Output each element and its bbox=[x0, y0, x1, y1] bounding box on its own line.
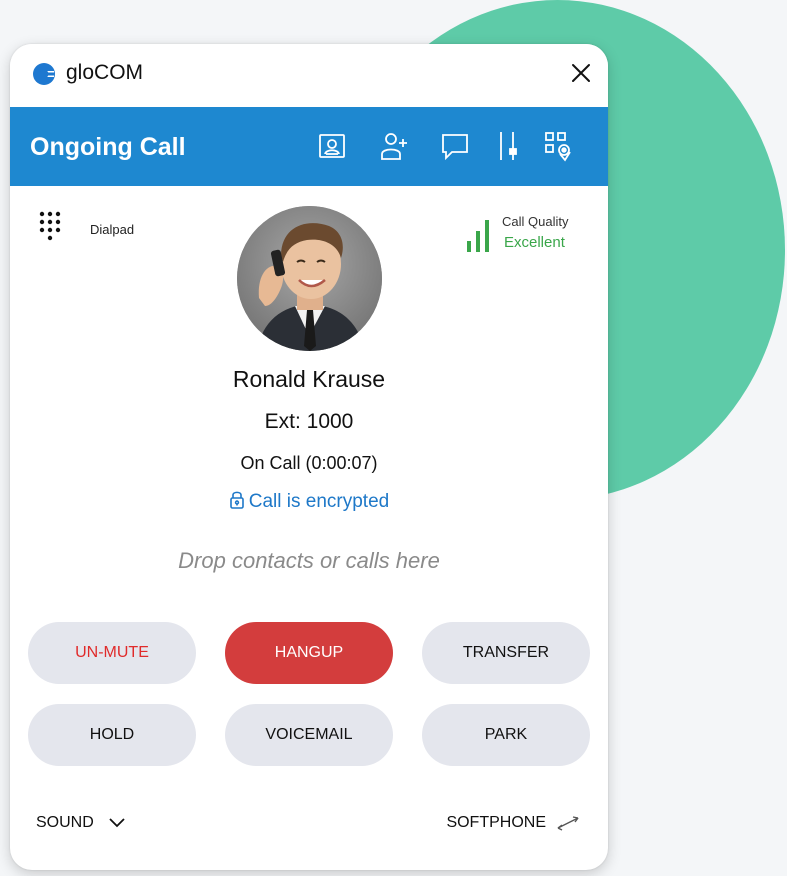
contact-card-button[interactable] bbox=[315, 129, 349, 163]
chat-icon bbox=[442, 134, 468, 161]
call-window: gloCOM Ongoing Call Dialpad Call Quality… bbox=[10, 44, 608, 870]
park-button[interactable]: PARK bbox=[422, 704, 590, 766]
caller-photo bbox=[237, 206, 382, 351]
hold-button[interactable]: HOLD bbox=[28, 704, 196, 766]
lock-icon bbox=[229, 491, 244, 509]
call-control-icon bbox=[500, 132, 517, 160]
encryption-label: Call is encrypted bbox=[248, 491, 390, 512]
close-button[interactable] bbox=[566, 58, 596, 88]
chat-button[interactable] bbox=[438, 129, 472, 163]
avatar bbox=[237, 206, 382, 351]
call-quality-label: Call Quality bbox=[502, 214, 569, 229]
page-title: Ongoing Call bbox=[30, 133, 186, 161]
close-icon bbox=[572, 64, 590, 82]
sound-selector[interactable]: SOUND bbox=[36, 814, 126, 832]
swap-arrows-icon bbox=[557, 816, 579, 831]
call-control-button[interactable] bbox=[490, 129, 524, 163]
softphone-switch[interactable]: SOFTPHONE bbox=[446, 814, 580, 832]
chevron-down-icon bbox=[109, 818, 125, 828]
add-participant-button[interactable] bbox=[378, 129, 412, 163]
caller-extension: Ext: 1000 bbox=[264, 410, 354, 433]
contact-card-icon bbox=[319, 134, 345, 158]
glocom-logo-icon bbox=[33, 63, 55, 85]
drop-zone[interactable]: Drop contacts or calls here bbox=[10, 548, 608, 574]
unmute-button[interactable]: UN-MUTE bbox=[28, 622, 196, 684]
call-status: On Call (0:00:07) bbox=[240, 453, 378, 473]
hangup-button[interactable]: HANGUP bbox=[225, 622, 393, 684]
title-bar: gloCOM bbox=[10, 44, 608, 107]
transfer-button[interactable]: TRANSFER bbox=[422, 622, 590, 684]
call-header: Ongoing Call bbox=[10, 107, 608, 186]
qr-location-icon bbox=[545, 132, 571, 162]
softphone-label: SOFTPHONE bbox=[446, 814, 546, 831]
add-person-icon bbox=[381, 133, 407, 160]
call-quality-value: Excellent bbox=[504, 234, 565, 251]
sound-label: SOUND bbox=[36, 814, 94, 831]
location-qr-button[interactable] bbox=[542, 129, 576, 163]
caller-name: Ronald Krause bbox=[232, 366, 386, 392]
dialpad-icon[interactable] bbox=[37, 209, 67, 249]
dialpad-label[interactable]: Dialpad bbox=[90, 222, 134, 237]
voicemail-button[interactable]: VOICEMAIL bbox=[225, 704, 393, 766]
signal-bars-icon bbox=[467, 220, 489, 252]
encryption-status: Call is encrypted bbox=[10, 490, 608, 513]
app-title: gloCOM bbox=[66, 61, 144, 84]
